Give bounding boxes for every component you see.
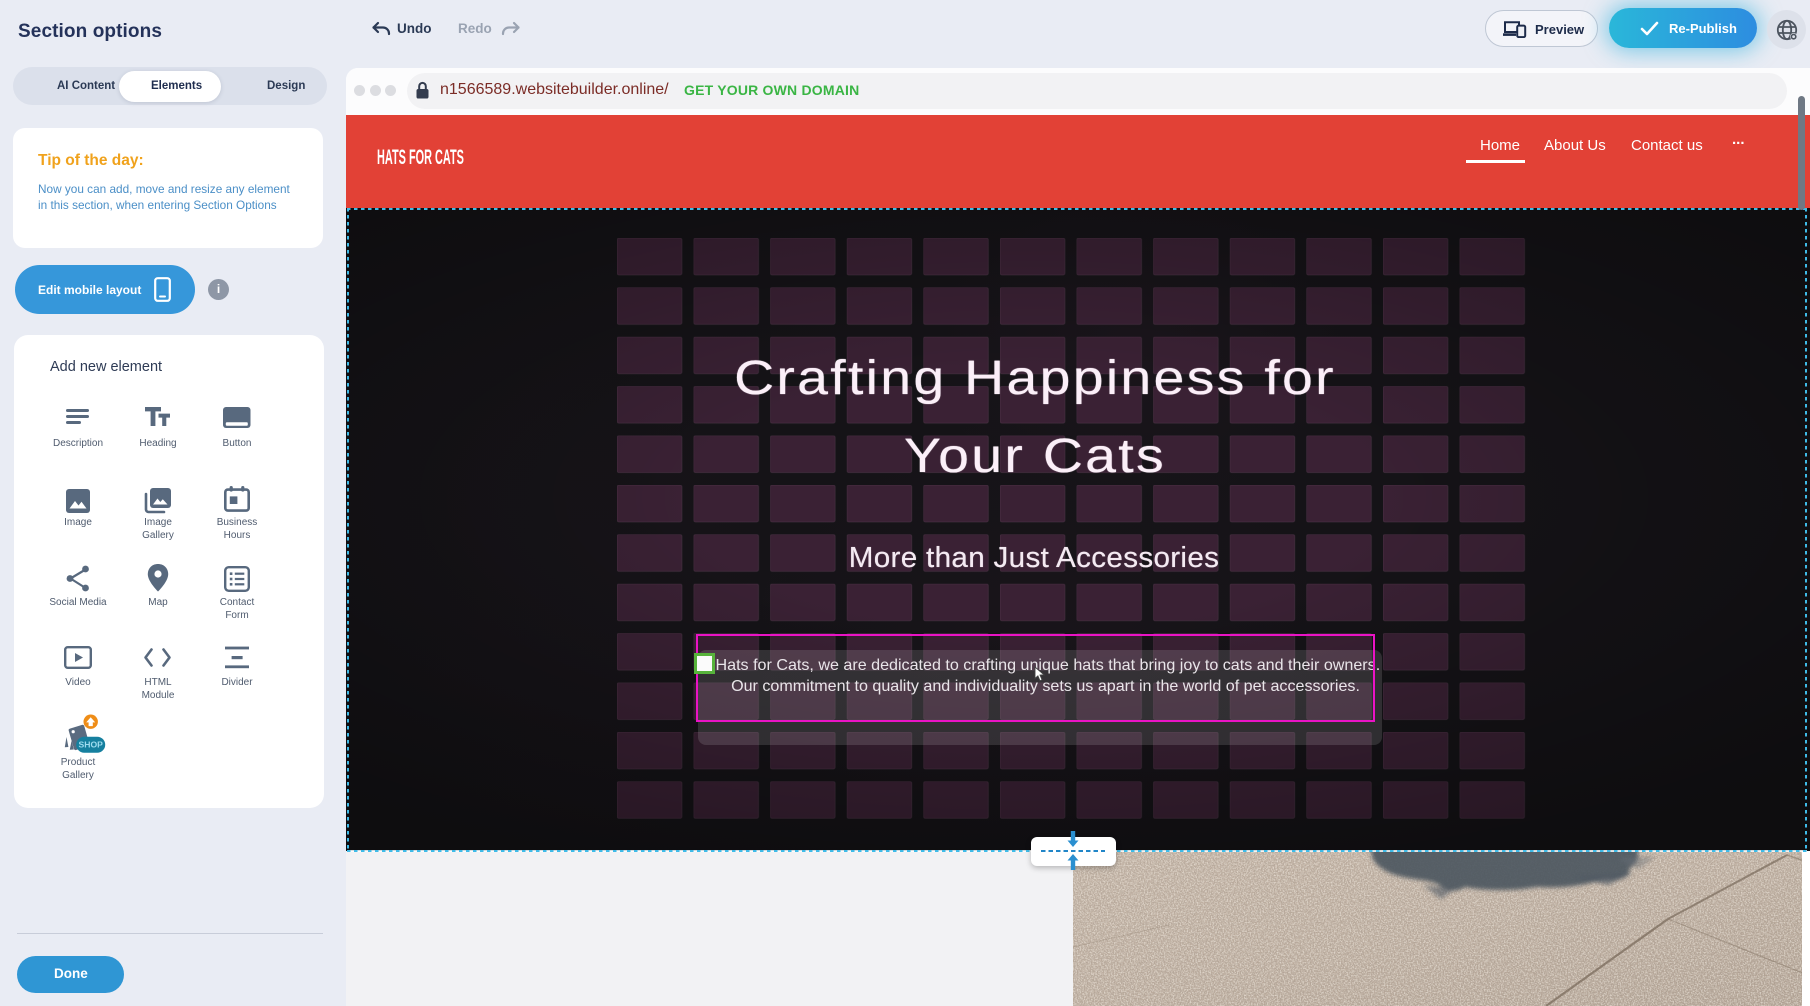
svg-text:SHOP: SHOP [79,740,104,750]
